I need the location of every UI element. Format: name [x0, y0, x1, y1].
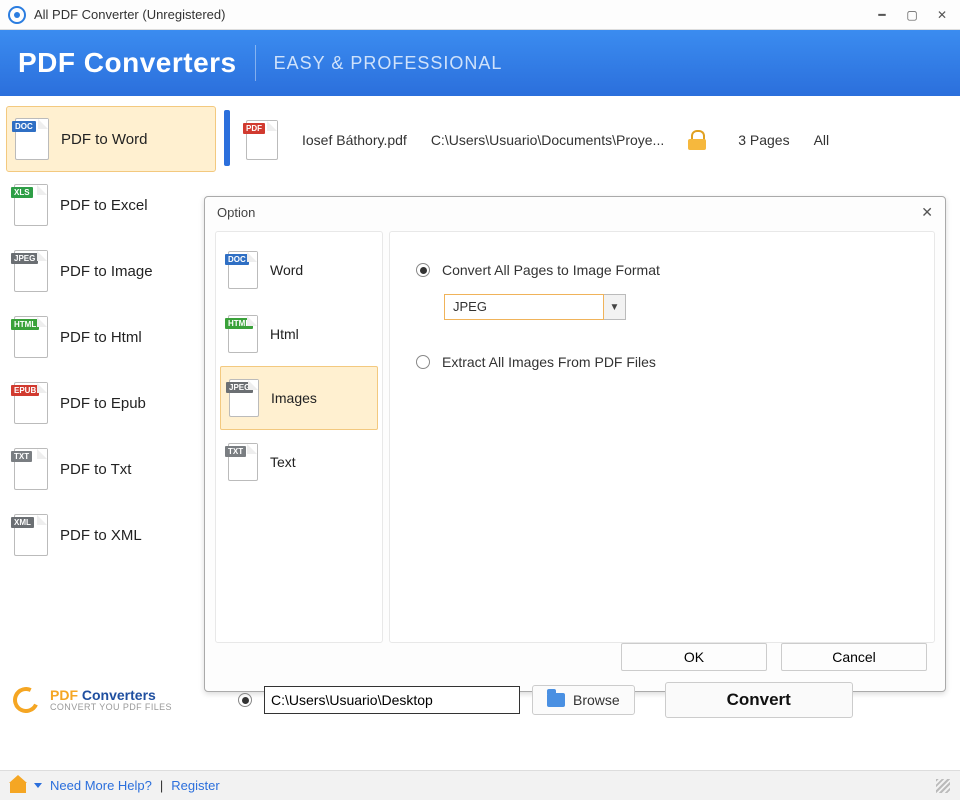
file-type-icon: DOC [15, 118, 49, 160]
sidebar-item-label: PDF to Html [60, 329, 142, 346]
status-separator: | [160, 778, 163, 793]
file-type-icon: TXT [228, 443, 258, 481]
register-link[interactable]: Register [171, 778, 219, 793]
sidebar-item-label: PDF to Word [61, 131, 147, 148]
app-icon [8, 6, 26, 24]
option-item-text[interactable]: TXT Text [220, 430, 378, 494]
option-item-word[interactable]: DOC Word [220, 238, 378, 302]
brand-divider [255, 45, 256, 81]
output-radio[interactable] [238, 693, 252, 707]
small-brand-tagline: CONVERT YOU PDF FILES [50, 702, 172, 712]
dialog-format-list: DOC Word HTML Html JPEG Images TXT Text [215, 231, 383, 643]
option-item-label: Word [270, 262, 303, 278]
select-value: JPEG [444, 294, 604, 320]
sidebar-item-label: PDF to Epub [60, 395, 146, 412]
radio-label: Extract All Images From PDF Files [442, 354, 656, 370]
pdf-file-icon: PDF [246, 120, 278, 160]
option-item-images[interactable]: JPEG Images [220, 366, 378, 430]
file-path: C:\Users\Usuario\Documents\Proye... [431, 132, 664, 148]
sidebar-item-pdf-to-txt[interactable]: TXT PDF to Txt [6, 436, 216, 502]
radio-extract-all[interactable]: Extract All Images From PDF Files [416, 354, 908, 370]
sidebar-item-pdf-to-epub[interactable]: EPUB PDF to Epub [6, 370, 216, 436]
maximize-button[interactable]: ▢ [902, 8, 922, 22]
browse-button[interactable]: Browse [532, 685, 635, 715]
option-item-html[interactable]: HTML Html [220, 302, 378, 366]
badge: EPUB [11, 385, 39, 396]
brand-logo-icon [10, 684, 42, 716]
option-item-label: Html [270, 326, 299, 342]
sidebar-item-pdf-to-image[interactable]: JPEG PDF to Image [6, 238, 216, 304]
badge: XLS [11, 187, 33, 198]
radio-icon [416, 355, 430, 369]
option-item-label: Text [270, 454, 296, 470]
dropdown-icon[interactable] [34, 783, 42, 788]
sidebar-separator [224, 110, 230, 166]
image-format-select[interactable]: JPEG ▼ [444, 294, 908, 320]
sidebar-item-label: PDF to Image [60, 263, 153, 280]
file-type-icon: XLS [14, 184, 48, 226]
sidebar-item-pdf-to-excel[interactable]: XLS PDF to Excel [6, 172, 216, 238]
badge: TXT [225, 446, 246, 457]
convert-button[interactable]: Convert [665, 682, 853, 718]
page-count: 3 Pages [738, 132, 789, 148]
brand-header: PDF Converters EASY & PROFESSIONAL [0, 30, 960, 96]
small-brand: PDF Converters CONVERT YOU PDF FILES [10, 684, 220, 716]
file-type-icon: TXT [14, 448, 48, 490]
title-bar: All PDF Converter (Unregistered) ━ ▢ ✕ [0, 0, 960, 30]
file-type-icon: DOC [228, 251, 258, 289]
sidebar-item-label: PDF to Txt [60, 461, 131, 478]
resize-grip-icon[interactable] [936, 779, 950, 793]
sidebar-item-pdf-to-xml[interactable]: XML PDF to XML [6, 502, 216, 568]
dialog-header: Option ✕ [205, 197, 945, 227]
brand-name: PDF Converters [18, 47, 237, 79]
file-type-icon: JPEG [229, 379, 259, 417]
chevron-down-icon[interactable]: ▼ [604, 294, 626, 320]
badge: DOC [12, 121, 36, 132]
status-bar: Need More Help? | Register [0, 770, 960, 800]
badge: JPEG [226, 382, 253, 393]
main-area: DOC PDF to Word XLS PDF to Excel JPEG PDF to … [0, 96, 960, 750]
file-type-icon: XML [14, 514, 48, 556]
file-type-icon: HTML [14, 316, 48, 358]
lock-icon [688, 130, 706, 150]
file-type-icon: JPEG [14, 250, 48, 292]
folder-icon [547, 693, 565, 707]
sidebar-item-label: PDF to Excel [60, 197, 148, 214]
sidebar-item-label: PDF to XML [60, 527, 142, 544]
badge: DOC [225, 254, 249, 265]
radio-icon [416, 263, 430, 277]
help-link[interactable]: Need More Help? [50, 778, 152, 793]
badge: HTML [11, 319, 39, 330]
file-type-icon: HTML [228, 315, 258, 353]
home-icon[interactable] [10, 779, 26, 793]
bottom-bar: PDF Converters CONVERT YOU PDF FILES Bro… [10, 662, 950, 738]
dialog-close-button[interactable]: ✕ [921, 204, 933, 221]
close-window-button[interactable]: ✕ [932, 8, 952, 22]
minimize-button[interactable]: ━ [872, 8, 892, 22]
badge: JPEG [11, 253, 38, 264]
badge: XML [11, 517, 34, 528]
sidebar-item-pdf-to-html[interactable]: HTML PDF to Html [6, 304, 216, 370]
file-type-icon: EPUB [14, 382, 48, 424]
badge: HTML [225, 318, 253, 329]
page-range: All [814, 132, 830, 148]
file-row[interactable]: PDF Iosef Báthory.pdf C:\Users\Usuario\D… [242, 110, 950, 170]
radio-convert-all[interactable]: Convert All Pages to Image Format [416, 262, 908, 278]
option-item-label: Images [271, 390, 317, 406]
sidebar: DOC PDF to Word XLS PDF to Excel JPEG PDF to … [6, 106, 216, 568]
dialog-title: Option [217, 205, 255, 220]
radio-label: Convert All Pages to Image Format [442, 262, 660, 278]
small-brand-name: PDF Converters [50, 688, 172, 702]
brand-tagline: EASY & PROFESSIONAL [274, 53, 503, 74]
file-name: Iosef Báthory.pdf [302, 132, 407, 148]
browse-label: Browse [573, 692, 620, 708]
option-dialog: Option ✕ DOC Word HTML Html JPEG Images TXT Tex… [204, 196, 946, 692]
pdf-badge: PDF [243, 123, 265, 134]
output-path-input[interactable] [264, 686, 520, 714]
badge: TXT [11, 451, 32, 462]
window-title: All PDF Converter (Unregistered) [34, 7, 862, 22]
sidebar-item-pdf-to-word[interactable]: DOC PDF to Word [6, 106, 216, 172]
dialog-options-panel: Convert All Pages to Image Format JPEG ▼… [389, 231, 935, 643]
